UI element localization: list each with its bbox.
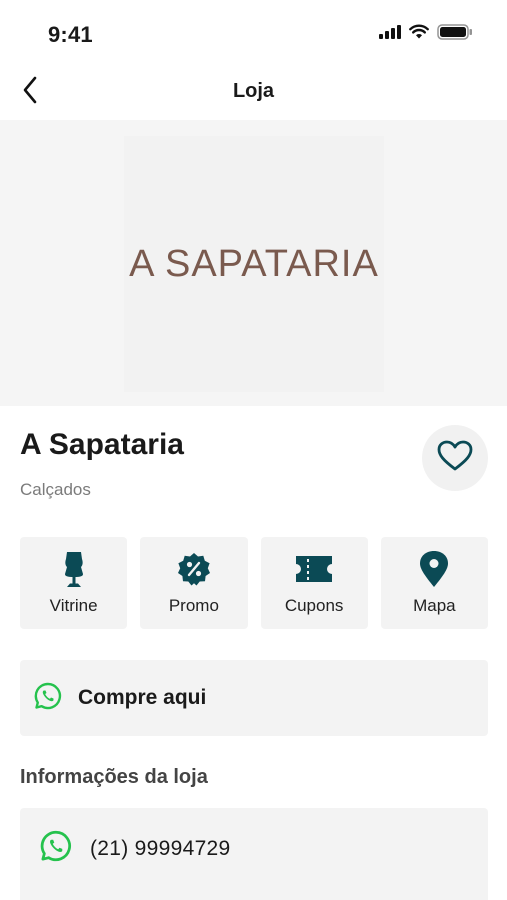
discount-badge-icon (177, 550, 211, 588)
mannequin-icon (61, 550, 87, 588)
favorite-button[interactable] (422, 425, 488, 491)
store-logo-text: A SAPATARIA (129, 242, 379, 285)
action-label: Mapa (413, 596, 456, 615)
action-label: Cupons (284, 596, 344, 615)
buy-here-button[interactable]: Compre aqui (20, 660, 488, 736)
action-vitrine[interactable]: Vitrine (20, 537, 128, 629)
action-cupons[interactable]: Cupons (260, 537, 368, 629)
quick-actions: Vitrine Promo Cupons Mapa (20, 537, 488, 629)
heart-icon (437, 440, 473, 477)
store-info-card: (21) 99994729 (20, 808, 488, 900)
wifi-icon (409, 24, 429, 44)
map-pin-icon (419, 550, 449, 588)
store-logo: A SAPATARIA (124, 136, 384, 392)
page-title: Loja (232, 80, 275, 102)
store-name: A Sapataria (20, 428, 184, 461)
action-promo[interactable]: Promo (140, 537, 248, 629)
phone-number: (21) 99994729 (90, 836, 231, 860)
ticket-icon (294, 550, 334, 588)
battery-icon (437, 23, 473, 45)
store-category: Calçados (20, 480, 91, 499)
buy-here-label: Compre aqui (78, 686, 207, 709)
status-icons (379, 23, 473, 45)
signal-icon (379, 24, 401, 44)
store-banner: A SAPATARIA (0, 120, 507, 406)
action-mapa[interactable]: Mapa (380, 537, 488, 629)
status-time: 9:41 (48, 22, 93, 47)
whatsapp-icon (34, 682, 62, 715)
action-label: Promo (168, 596, 219, 615)
nav-bar: Loja (0, 66, 507, 120)
phone-contact[interactable]: (21) 99994729 (40, 830, 231, 867)
store-info-heading: Informações da loja (20, 766, 208, 788)
status-bar: 9:41 (0, 0, 507, 66)
whatsapp-icon (40, 830, 72, 867)
action-label: Vitrine (49, 596, 98, 615)
